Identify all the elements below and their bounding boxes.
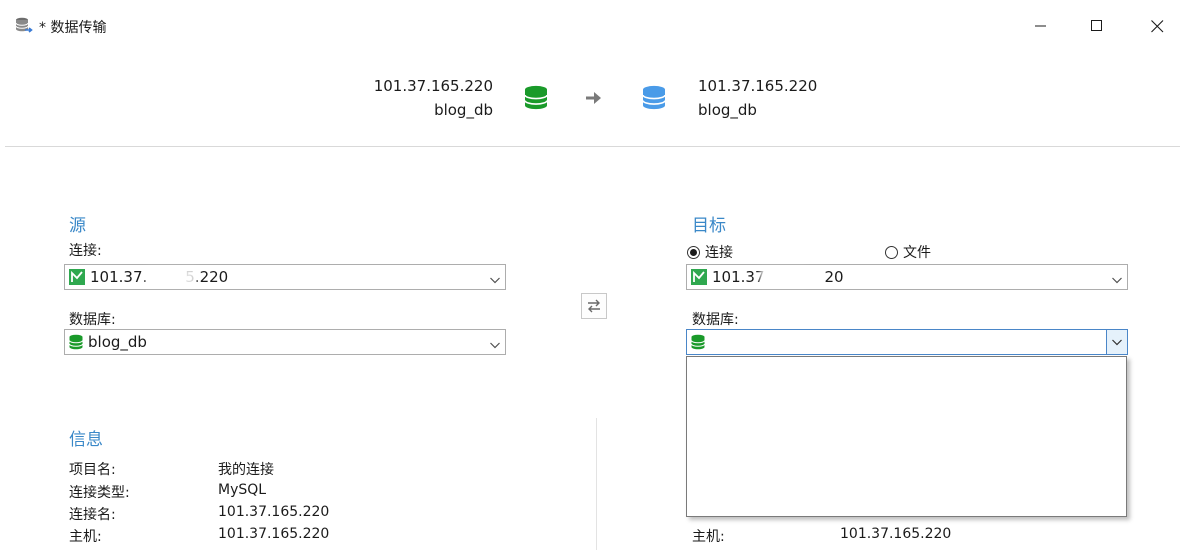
source-database-value: blog_db — [88, 333, 147, 351]
title-bar[interactable] — [0, 0, 1180, 52]
target-database-combo[interactable] — [686, 329, 1128, 355]
mysql-connection-icon — [69, 269, 85, 285]
header-target-host: 101.37.165.220 — [698, 77, 818, 95]
database-dropdown-list[interactable] — [686, 356, 1127, 517]
target-section-title: 目标 — [692, 216, 726, 236]
info-value: MySQL — [218, 482, 267, 498]
target-info-label: 主机: — [692, 529, 725, 545]
minimize-icon — [1035, 25, 1046, 27]
redaction-blur — [146, 268, 196, 286]
target-database-icon — [642, 85, 666, 115]
database-transfer-icon — [14, 16, 34, 36]
arrow-right-icon — [585, 90, 602, 110]
close-icon — [1150, 19, 1163, 32]
source-connection-combo[interactable]: 101.37. 5.220 — [64, 264, 506, 290]
source-connection-label: 连接: — [69, 243, 102, 259]
info-section-title: 信息 — [69, 430, 103, 450]
info-value: 我的连接 — [218, 462, 274, 478]
maximize-button[interactable] — [1074, 6, 1120, 46]
source-connection-value-start: 101.37. — [90, 268, 148, 286]
target-connection-combo[interactable]: 101.37 20 — [686, 264, 1128, 290]
radio-file-dot — [885, 245, 898, 259]
radio-file[interactable]: 文件 — [885, 242, 931, 262]
minimize-button[interactable] — [1018, 6, 1064, 46]
radio-connection-label: 连接 — [705, 245, 733, 261]
info-value: 101.37.165.220 — [218, 504, 330, 520]
database-icon — [691, 334, 705, 350]
panel-divider — [596, 418, 597, 550]
swap-button[interactable] — [581, 293, 607, 319]
chevron-down-icon — [1111, 271, 1123, 290]
redaction-blur — [760, 268, 806, 286]
dropdown-button[interactable] — [1106, 330, 1127, 354]
close-button[interactable] — [1134, 6, 1180, 46]
target-info-value: 101.37.165.220 — [840, 526, 952, 542]
radio-connection-dot — [687, 245, 700, 259]
swap-icon — [588, 299, 600, 313]
mysql-connection-icon — [691, 269, 707, 285]
database-icon — [69, 334, 83, 350]
target-database-label: 数据库: — [692, 312, 739, 328]
source-section-title: 源 — [69, 216, 86, 236]
info-label: 连接名: — [69, 507, 116, 523]
radio-connection[interactable]: 连接 — [687, 242, 733, 262]
chevron-down-icon — [489, 271, 501, 290]
source-database-combo[interactable]: blog_db — [64, 329, 506, 355]
info-label: 项目名: — [69, 462, 116, 478]
header-target-db: blog_db — [698, 101, 757, 119]
chevron-down-icon — [489, 336, 501, 355]
info-label: 连接类型: — [69, 485, 130, 501]
source-database-icon — [524, 85, 548, 115]
info-value: 101.37.165.220 — [218, 526, 330, 542]
info-label: 主机: — [69, 529, 102, 545]
maximize-icon — [1091, 20, 1102, 31]
window-title: * 数据传输 — [39, 20, 107, 36]
header-source-db: blog_db — [434, 101, 493, 119]
source-database-label: 数据库: — [69, 312, 116, 328]
header-source-host: 101.37.165.220 — [373, 77, 493, 95]
target-connection-value-end: 20 — [824, 268, 844, 286]
chevron-down-icon — [1112, 339, 1122, 346]
target-connection-value-start: 101.37 — [712, 268, 765, 286]
radio-file-label: 文件 — [903, 245, 931, 261]
